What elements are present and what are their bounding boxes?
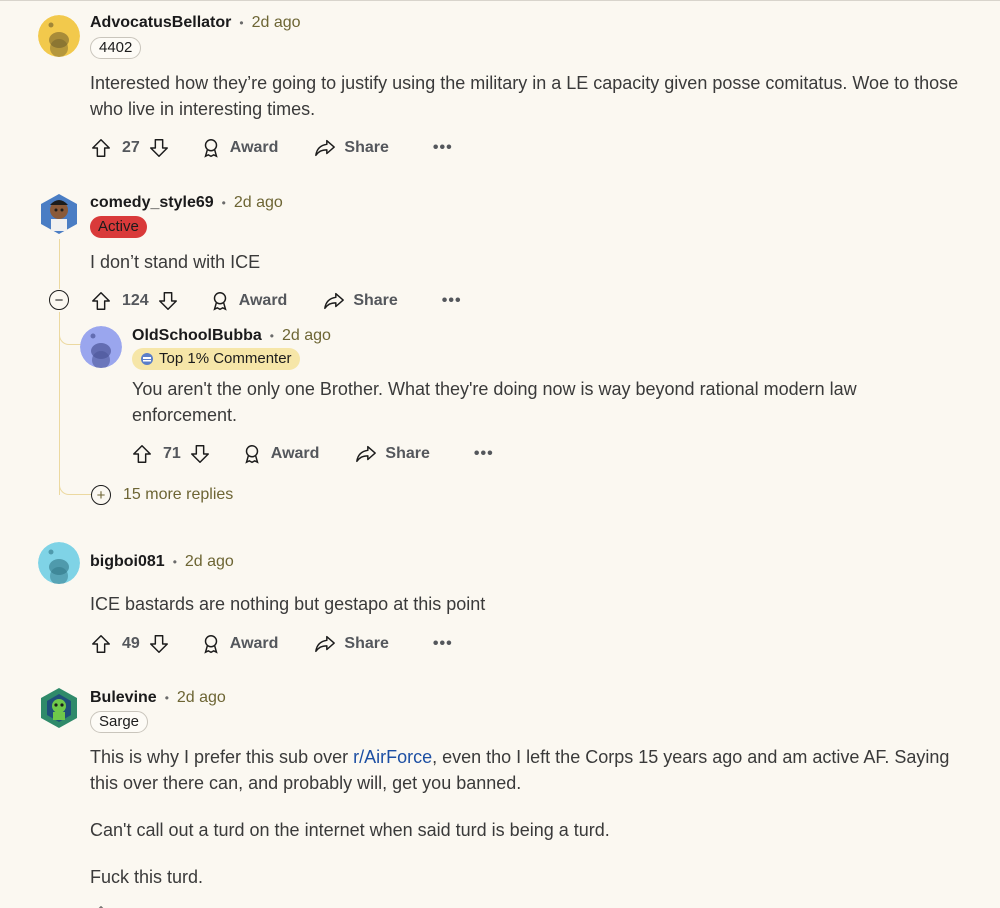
award-label: Award <box>229 635 279 652</box>
avatar[interactable] <box>80 326 122 368</box>
comment-text: Fuck this turd. <box>90 867 204 887</box>
award-button[interactable]: Award <box>241 443 320 465</box>
separator-dot: • <box>239 16 244 30</box>
more-replies-label: 15 more replies <box>123 486 234 503</box>
more-options-icon[interactable]: ••• <box>433 139 453 157</box>
share-label: Share <box>385 445 430 462</box>
comment-text: I don’t stand with ICE <box>90 252 261 272</box>
award-icon <box>200 137 222 159</box>
upvote-icon[interactable] <box>90 633 112 655</box>
share-button[interactable]: Share <box>314 137 389 159</box>
share-icon <box>314 137 336 159</box>
downvote-icon[interactable] <box>157 290 179 312</box>
share-button[interactable]: Share <box>314 633 389 655</box>
user-flair-label: 4402 <box>99 39 133 56</box>
award-icon <box>200 633 222 655</box>
comment-thread: AdvocatusBellator • 2d ago 4402 Interest… <box>0 0 1000 908</box>
upvote-icon[interactable] <box>131 443 153 465</box>
award-button[interactable]: Award <box>200 633 279 655</box>
comment-body: ICE bastards are nothing but gestapo at … <box>90 591 970 638</box>
avatar[interactable] <box>38 193 80 235</box>
share-icon <box>355 443 377 465</box>
comment-actions <box>90 903 112 908</box>
subreddit-link[interactable]: r/AirForce <box>353 747 432 767</box>
comment-text: You aren't the only one Brother. What th… <box>132 379 857 425</box>
user-flair-label: Top 1% Commenter <box>159 350 292 367</box>
more-options-icon[interactable]: ••• <box>433 635 453 653</box>
separator-dot: • <box>269 329 274 343</box>
comment-actions: 27 Award Share ••• <box>90 136 453 160</box>
thread-branch <box>59 321 81 345</box>
separator-dot: • <box>221 196 226 210</box>
user-flair: 4402 <box>90 37 142 59</box>
more-replies-link[interactable]: + 15 more replies <box>91 485 233 505</box>
timestamp[interactable]: 2d ago <box>185 553 234 571</box>
share-button[interactable]: Share <box>323 290 398 312</box>
expand-icon: + <box>91 485 111 505</box>
user-flair: Sarge <box>90 711 149 733</box>
upvote-icon[interactable] <box>90 904 112 908</box>
separator-dot: • <box>172 555 177 569</box>
share-label: Share <box>344 139 389 156</box>
more-options-icon[interactable]: ••• <box>442 292 462 310</box>
upvote-icon[interactable] <box>90 137 112 159</box>
comment-text: This is why I prefer this sub over r/Air… <box>90 744 970 796</box>
timestamp[interactable]: 2d ago <box>282 327 331 345</box>
comment-actions: 71 Award Share ••• <box>131 442 494 466</box>
comment-text: Interested how they’re going to justify … <box>90 73 959 119</box>
username[interactable]: AdvocatusBellator <box>90 14 231 32</box>
vote-count: 27 <box>122 139 140 156</box>
award-button[interactable]: Award <box>209 290 288 312</box>
downvote-icon[interactable] <box>189 443 211 465</box>
share-button[interactable]: Share <box>355 443 430 465</box>
comment-text-part: This is why I prefer this sub over <box>90 747 354 767</box>
avatar[interactable] <box>38 542 80 584</box>
award-label: Award <box>238 292 288 309</box>
award-label: Award <box>229 139 279 156</box>
comment-text: Can't call out a turd on the internet wh… <box>90 820 610 840</box>
vote-count: 124 <box>122 292 149 309</box>
timestamp[interactable]: 2d ago <box>252 14 301 32</box>
award-label: Award <box>270 445 320 462</box>
avatar[interactable] <box>38 15 80 57</box>
thread-branch <box>59 471 91 495</box>
award-icon <box>209 290 231 312</box>
separator-dot: • <box>164 691 169 705</box>
share-label: Share <box>353 292 398 309</box>
timestamp[interactable]: 2d ago <box>234 194 283 212</box>
thread-line <box>59 239 60 289</box>
user-flair: Top 1% Commenter <box>132 348 300 370</box>
comment-body: This is why I prefer this sub over r/Air… <box>90 744 970 908</box>
user-flair-label: Sarge <box>99 713 140 730</box>
collapse-icon[interactable]: − <box>49 290 69 310</box>
vote-count: 49 <box>122 635 140 652</box>
downvote-icon[interactable] <box>148 137 170 159</box>
share-icon <box>323 290 345 312</box>
share-label: Share <box>344 635 389 652</box>
username[interactable]: comedy_style69 <box>90 194 214 212</box>
user-flair-label: Active <box>98 218 139 235</box>
more-options-icon[interactable]: ••• <box>474 445 494 463</box>
comment-text: ICE bastards are nothing but gestapo at … <box>90 594 486 614</box>
award-button[interactable]: Award <box>200 137 279 159</box>
comment-actions: 124 Award Share ••• <box>90 289 462 313</box>
share-icon <box>314 633 336 655</box>
comment-body: You aren't the only one Brother. What th… <box>132 376 952 449</box>
downvote-icon[interactable] <box>148 633 170 655</box>
award-icon <box>241 443 263 465</box>
upvote-icon[interactable] <box>90 290 112 312</box>
username[interactable]: OldSchoolBubba <box>132 327 262 345</box>
vote-count: 71 <box>163 445 181 462</box>
username[interactable]: bigboi081 <box>90 553 165 571</box>
timestamp[interactable]: 2d ago <box>177 689 226 707</box>
comment-actions: 49 Award Share ••• <box>90 632 453 656</box>
username[interactable]: Bulevine <box>90 689 157 707</box>
user-flair: Active <box>90 216 147 238</box>
comment-body: Interested how they’re going to justify … <box>90 70 970 143</box>
avatar[interactable] <box>38 687 80 729</box>
commenter-badge-icon <box>140 352 154 366</box>
